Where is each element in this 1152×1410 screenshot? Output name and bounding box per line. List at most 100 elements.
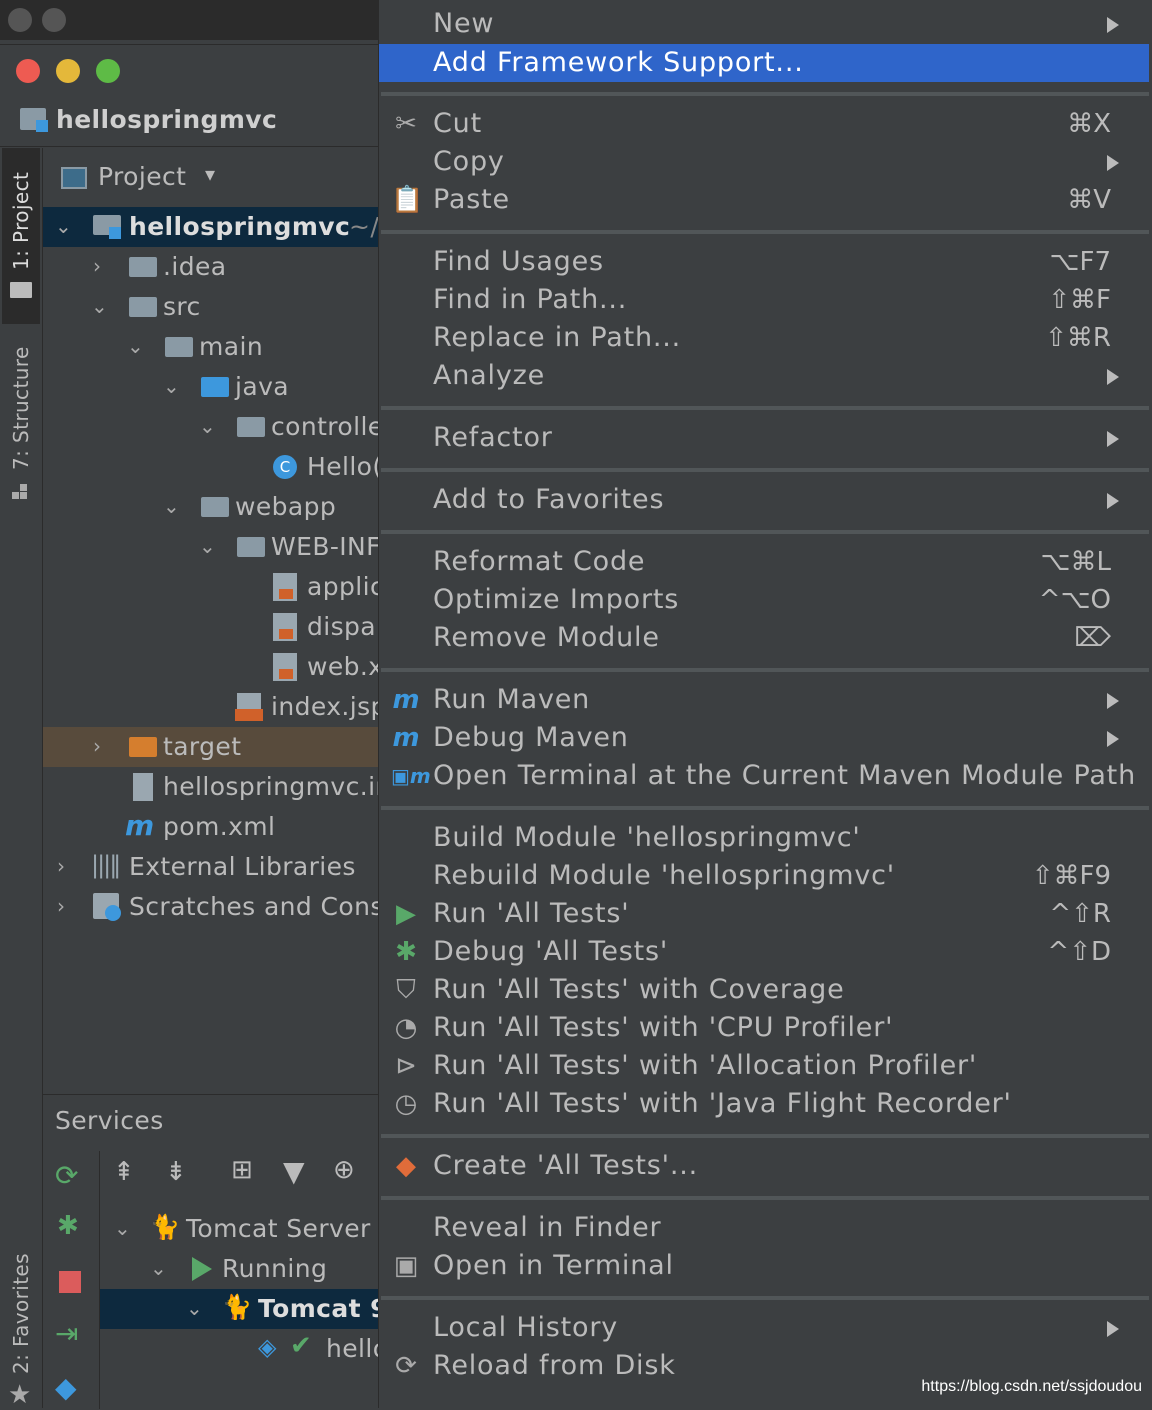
tree-row-iml[interactable]: hellospringmvc.ir (43, 767, 386, 807)
minimize-button[interactable] (56, 59, 80, 83)
tree-row-external-libraries[interactable]: › |||‖ External Libraries (43, 847, 380, 887)
module-badge-icon (109, 227, 121, 239)
clock-icon (105, 905, 121, 921)
menu-item-run-with-cpu-profiler[interactable]: ◔ Run 'All Tests' with 'CPU Profiler' (379, 1009, 1149, 1047)
zoom-button[interactable] (96, 59, 120, 83)
tree-label-root: hellospringmvc (129, 212, 351, 241)
menu-item-debug-all-tests[interactable]: ✱ Debug 'All Tests' ^⇧D (379, 933, 1149, 971)
menu-item-remove-module[interactable]: Remove Module ⌦ (379, 619, 1149, 657)
menu-item-shortcut: ^⌥O (1038, 585, 1111, 615)
tree-row-web-inf[interactable]: ⌄ WEB-INF (43, 527, 381, 567)
chevron-down-icon[interactable]: ⌄ (199, 531, 216, 561)
menu-item-new[interactable]: New (379, 5, 1149, 43)
menu-item-optimize-imports[interactable]: Optimize Imports ^⌥O (379, 581, 1149, 619)
filter-icon[interactable]: ▼ (283, 1155, 305, 1188)
check-icon: ✔ (290, 1331, 312, 1361)
services-row-tomcat-server[interactable]: ⌄ 🐈 Tomcat Server (100, 1209, 380, 1249)
tree-row-hello-class[interactable]: C Hello( (43, 447, 382, 487)
add-service-icon[interactable]: ⊕ (333, 1155, 355, 1185)
menu-item-refactor[interactable]: Refactor (379, 419, 1149, 457)
tree-row-scratches[interactable]: › Scratches and Cons (43, 887, 383, 927)
chevron-down-icon[interactable]: ⌄ (186, 1293, 203, 1323)
chevron-down-icon[interactable]: ⌄ (150, 1253, 167, 1283)
services-row-hello[interactable]: ◈ ✔ hello (100, 1329, 388, 1369)
group-by-icon[interactable]: ⊞ (231, 1155, 253, 1185)
tree-row-pom[interactable]: m pom.xml (43, 807, 380, 847)
close-button[interactable] (16, 59, 40, 83)
menu-item-cut[interactable]: ✂ Cut ⌘X (379, 105, 1149, 143)
debug-icon[interactable]: ✱ (57, 1211, 79, 1241)
menu-item-run-with-flight-recorder[interactable]: ◷ Run 'All Tests' with 'Java Flight Reco… (379, 1085, 1149, 1123)
menu-item-add-framework-support[interactable]: Add Framework Support... (379, 44, 1149, 82)
tree-row-src[interactable]: ⌄ src (43, 287, 380, 327)
tab-favorites[interactable]: 2: Favorites (9, 1253, 33, 1374)
tree-row-root[interactable]: ⌄ hellospringmvc ~/ (43, 207, 380, 247)
services-left-toolbar: ⟳ ✱ ⇥ ◆ (43, 1151, 100, 1409)
tree-row-java[interactable]: ⌄ java (43, 367, 380, 407)
chevron-right-icon[interactable]: › (93, 251, 101, 281)
project-view-title[interactable]: Project (98, 159, 186, 195)
tree-row-controller[interactable]: ⌄ controlle (43, 407, 383, 447)
menu-item-create-all-tests[interactable]: ◆ Create 'All Tests'... (379, 1147, 1149, 1185)
menu-item-debug-maven[interactable]: m Debug Maven (379, 719, 1149, 757)
tree-row-applic[interactable]: applic (43, 567, 384, 607)
menu-item-build-module[interactable]: Build Module 'hellospringmvc' (379, 819, 1149, 857)
chevron-right-icon[interactable]: › (93, 731, 101, 761)
stop-icon[interactable] (59, 1271, 81, 1293)
tab-project[interactable]: 1: Project (9, 172, 33, 270)
menu-item-copy[interactable]: Copy (379, 143, 1149, 181)
chevron-down-icon[interactable]: ⌄ (163, 491, 180, 521)
menu-item-run-all-tests[interactable]: ▶ Run 'All Tests' ^⇧R (379, 895, 1149, 933)
terminal-icon: ▣ (393, 1251, 419, 1281)
tree-row-web-xml[interactable]: web.x (43, 647, 383, 687)
menu-item-local-history[interactable]: Local History (379, 1309, 1149, 1347)
menu-item-run-with-coverage[interactable]: ⛉ Run 'All Tests' with Coverage (379, 971, 1149, 1009)
tree-row-index-jsp[interactable]: index.jsp (43, 687, 386, 727)
menu-item-rebuild-module[interactable]: Rebuild Module 'hellospringmvc' ⇧⌘F9 (379, 857, 1149, 895)
services-label: Tomcat Server (186, 1214, 371, 1243)
tab-structure[interactable]: 7: Structure (9, 346, 33, 470)
tree-row-webapp[interactable]: ⌄ webapp (43, 487, 380, 527)
menu-item-shortcut: ⌘X (1067, 109, 1111, 139)
menu-item-reveal-in-finder[interactable]: Reveal in Finder (379, 1209, 1149, 1247)
menu-item-find-in-path[interactable]: Find in Path... ⇧⌘F (379, 281, 1149, 319)
maven-terminal-icon: ▣m (391, 764, 431, 788)
tree-row-idea[interactable]: › .idea (43, 247, 380, 287)
services-row-tomcat9[interactable]: ⌄ 🐈 Tomcat 9 (100, 1289, 388, 1329)
chevron-down-icon[interactable]: ⌄ (127, 331, 144, 361)
menu-item-analyze[interactable]: Analyze (379, 357, 1149, 395)
menu-item-run-with-allocation-profiler[interactable]: ⊳ Run 'All Tests' with 'Allocation Profi… (379, 1047, 1149, 1085)
tree-row-target[interactable]: › target (43, 727, 380, 767)
menu-item-label: Debug 'All Tests' (433, 936, 669, 967)
menu-item-open-in-terminal[interactable]: ▣ Open in Terminal (379, 1247, 1149, 1285)
menu-item-label: Find in Path... (433, 284, 628, 315)
services-row-running[interactable]: ⌄ Running (100, 1249, 380, 1289)
chevron-down-icon[interactable]: ⌄ (163, 371, 180, 401)
breadcrumb-project[interactable]: hellospringmvc (56, 102, 277, 138)
refresh-icon[interactable]: ⟳ (55, 1159, 78, 1192)
chevron-down-icon[interactable]: ▾ (205, 162, 215, 186)
menu-item-replace-in-path[interactable]: Replace in Path... ⇧⌘R (379, 319, 1149, 357)
menu-item-find-usages[interactable]: Find Usages ⌥F7 (379, 243, 1149, 281)
reload-icon: ⟳ (395, 1351, 417, 1381)
menu-item-add-to-favorites[interactable]: Add to Favorites (379, 481, 1149, 519)
menu-item-label: Local History (433, 1312, 619, 1343)
chevron-down-icon[interactable]: ⌄ (91, 291, 108, 321)
watermark: https://blog.csdn.net/ssjdoudou (921, 1378, 1142, 1395)
menu-item-run-maven[interactable]: m Run Maven (379, 681, 1149, 719)
tree-row-dispa[interactable]: dispa (43, 607, 380, 647)
expand-all-icon[interactable]: ⇞ (113, 1157, 135, 1187)
menu-item-paste[interactable]: 📋 Paste ⌘V (379, 181, 1149, 219)
services-panel: Services ⟳ ✱ ⇥ ◆ ⇞ ⇟ ⊞ ▼ ⊕ ⌄ 🐈 Tomcat Se… (43, 1094, 388, 1409)
chevron-right-icon[interactable]: › (57, 891, 65, 921)
menu-item-open-terminal-maven[interactable]: ▣m Open Terminal at the Current Maven Mo… (379, 757, 1149, 795)
deploy-icon[interactable]: ⇥ (55, 1317, 78, 1350)
collapse-all-icon[interactable]: ⇟ (165, 1157, 187, 1187)
chevron-down-icon[interactable]: ⌄ (55, 211, 72, 241)
tree-row-main[interactable]: ⌄ main (43, 327, 380, 367)
chevron-down-icon[interactable]: ⌄ (199, 411, 216, 441)
chevron-down-icon[interactable]: ⌄ (114, 1213, 131, 1243)
chevron-right-icon[interactable]: › (57, 851, 65, 881)
services-grid-icon[interactable]: ◆ (55, 1371, 77, 1404)
menu-item-reformat-code[interactable]: Reformat Code ⌥⌘L (379, 543, 1149, 581)
